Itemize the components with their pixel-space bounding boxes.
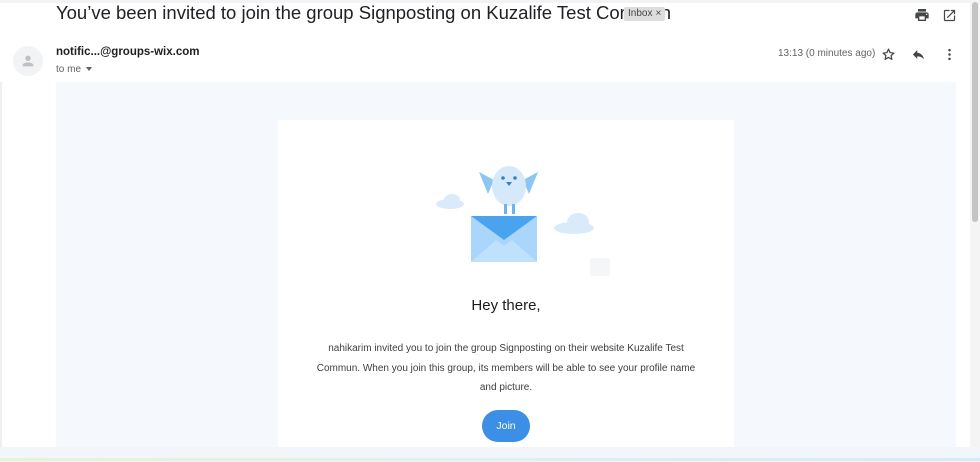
recipient-details[interactable]: to me (56, 64, 93, 75)
email-subject: You’ve been invited to join the group Si… (56, 2, 672, 23)
invitation-card: Hey there, nahikarim invited you to join… (278, 120, 734, 447)
remove-label-icon[interactable]: × (655, 8, 661, 19)
message-line: and picture. (479, 382, 533, 393)
invitation-message: nahikarim invited you to join the group … (302, 339, 710, 398)
star-icon[interactable] (879, 45, 897, 63)
envelope-icon (471, 216, 537, 262)
message-line: Commun. When you join this group, its me… (316, 362, 696, 374)
email-timestamp: 13:13 (0 minutes ago) (778, 48, 876, 59)
left-edge (0, 82, 2, 447)
inbox-label-badge[interactable]: Inbox × (624, 7, 666, 21)
chevron-down-icon[interactable] (86, 67, 93, 72)
inbox-label-text: Inbox (628, 8, 653, 19)
cloud-right-icon (554, 213, 594, 234)
more-vertical-icon[interactable] (940, 45, 958, 63)
scrollbar-thumb[interactable] (972, 2, 978, 222)
cloud-left-icon (436, 194, 464, 209)
sender-avatar[interactable] (13, 46, 43, 76)
recipient-text: to me (56, 64, 82, 75)
bird-icon (479, 166, 538, 214)
bird-envelope-illustration (436, 166, 610, 276)
bottom-edge (0, 458, 980, 461)
greeting-heading: Hey there, (471, 297, 541, 314)
message-line: nahikarim invited you to join the group … (328, 343, 684, 354)
open-in-new-window-icon[interactable] (940, 6, 958, 24)
join-button[interactable]: Join (482, 410, 530, 442)
reply-icon[interactable] (909, 45, 927, 63)
sender-address[interactable]: notific...@groups-wix.com (56, 46, 199, 58)
print-icon[interactable] (913, 6, 931, 24)
subject-row: You’ve been invited to join the group Si… (0, 0, 970, 32)
person-icon (22, 55, 34, 67)
